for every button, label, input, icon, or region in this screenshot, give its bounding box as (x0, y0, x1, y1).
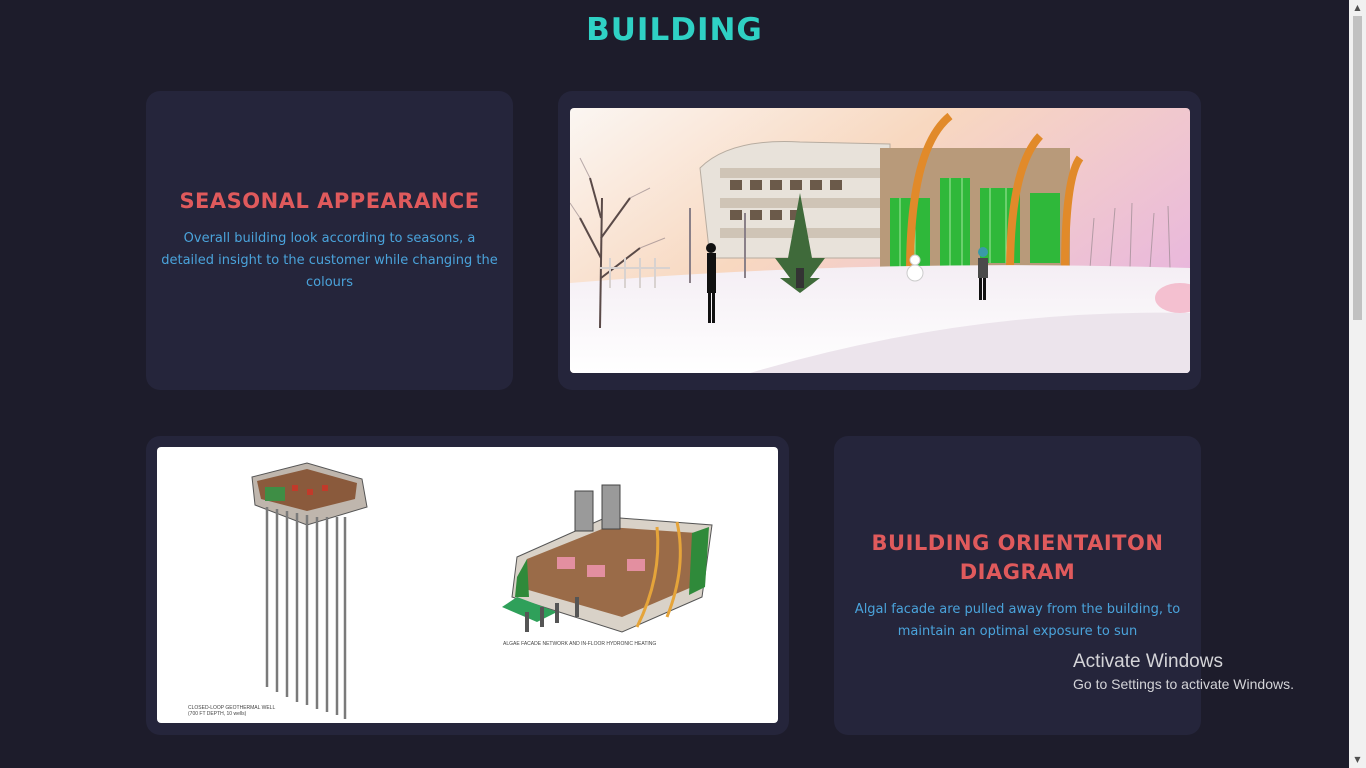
activate-windows-watermark: Activate Windows Go to Settings to activ… (1073, 651, 1294, 692)
page-title: BUILDING (586, 12, 763, 48)
scrollbar-thumb[interactable] (1353, 16, 1362, 320)
seasonal-image-card (558, 91, 1201, 390)
vertical-scrollbar[interactable]: ▲ ▼ (1349, 0, 1366, 768)
diagram-caption-left-line2: (700 FT DEPTH, 10 wells) (188, 711, 247, 717)
winter-building-image (570, 108, 1190, 373)
seasonal-appearance-heading: SEASONAL APPEARANCE (179, 189, 480, 213)
building-systems-diagram: ALGAE FACADE NETWORK AND IN-FLOOR HYDRON… (157, 447, 778, 723)
scroll-down-arrow-icon[interactable]: ▼ (1349, 752, 1366, 768)
diagram-image-card: ALGAE FACADE NETWORK AND IN-FLOOR HYDRON… (146, 436, 789, 735)
seasonal-appearance-card: SEASONAL APPEARANCE Overall building loo… (146, 91, 513, 390)
activate-windows-title: Activate Windows (1073, 651, 1223, 672)
building-orientation-description: Algal facade are pulled away from the bu… (854, 601, 1181, 639)
diagram-caption-right: ALGAE FACADE NETWORK AND IN-FLOOR HYDRON… (503, 641, 657, 647)
seasonal-appearance-description: Overall building look according to seaso… (161, 231, 498, 290)
building-orientation-heading: BUILDING ORIENTAITON DIAGRAM (871, 530, 1164, 584)
scroll-up-arrow-icon[interactable]: ▲ (1349, 0, 1366, 16)
activate-windows-subtitle: Go to Settings to activate Windows. (1073, 676, 1294, 692)
